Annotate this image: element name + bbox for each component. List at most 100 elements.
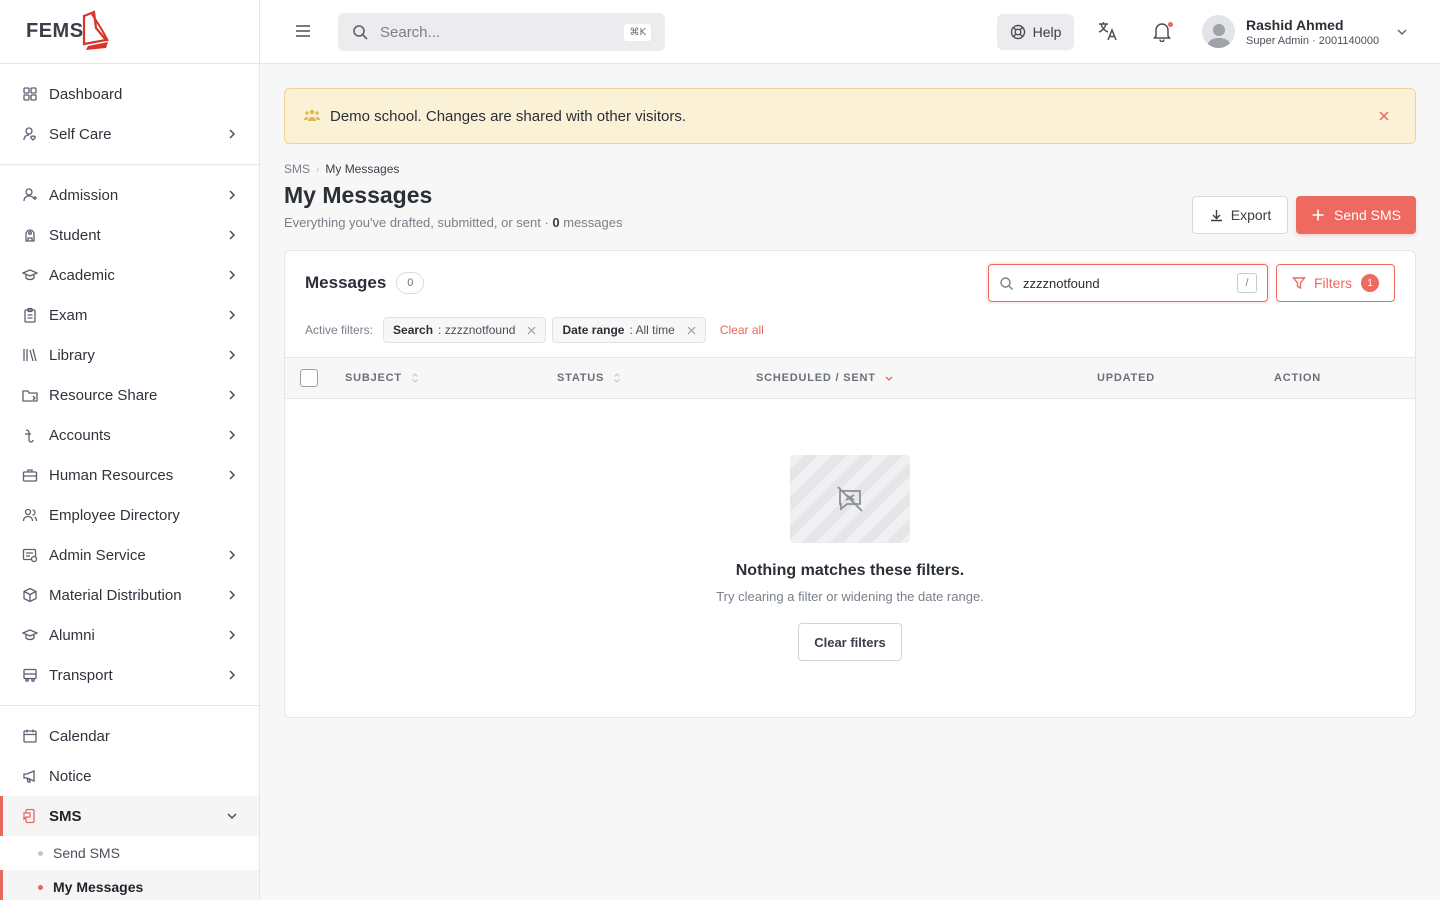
sidebar-item-library[interactable]: Library: [0, 335, 259, 375]
nav-group-main: Dashboard Self Care: [0, 64, 259, 165]
sidebar-item-label: Transport: [49, 666, 113, 684]
breadcrumb-sms[interactable]: SMS: [284, 162, 310, 176]
chip-key: Search: [393, 323, 434, 337]
filters-button[interactable]: Filters 1: [1276, 264, 1395, 302]
library-icon: [22, 347, 38, 363]
grid-icon: [22, 86, 38, 102]
sidebar-item-student[interactable]: Student: [0, 215, 259, 255]
global-search[interactable]: ⌘K: [338, 13, 665, 51]
lifebuoy-icon: [1010, 24, 1025, 40]
help-button[interactable]: Help: [997, 14, 1074, 50]
notifications-button[interactable]: [1151, 20, 1175, 44]
sidebar-item-dashboard[interactable]: Dashboard: [0, 74, 259, 114]
chevron-right-icon: [229, 129, 236, 139]
subtitle-suffix: messages: [559, 215, 623, 230]
clipboard-icon: [22, 307, 38, 323]
notification-dot: [1168, 22, 1173, 27]
column-header-subject[interactable]: SUBJECT: [345, 372, 419, 384]
filters-label: Filters: [1313, 275, 1353, 291]
plus-icon: [1312, 209, 1324, 221]
sidebar-item-label: Library: [49, 346, 95, 364]
chip-key: Date range: [562, 323, 625, 337]
sidebar-item-label: Material Distribution: [49, 586, 182, 604]
sidebar-item-label: Self Care: [49, 125, 112, 143]
global-search-input[interactable]: [380, 23, 625, 41]
user-info: Rashid Ahmed Super Admin · 2001140000: [1246, 17, 1379, 47]
chevron-right-icon: [229, 430, 236, 440]
send-sms-button[interactable]: Send SMS: [1296, 196, 1416, 234]
export-label: Export: [1230, 207, 1272, 223]
clear-all-link[interactable]: Clear all: [720, 323, 764, 337]
user-menu[interactable]: Rashid Ahmed Super Admin · 2001140000: [1202, 15, 1409, 48]
close-icon[interactable]: [1378, 110, 1390, 122]
users-icon: [22, 507, 38, 523]
user-heart-icon: [22, 126, 38, 142]
column-header-updated: UPDATED: [1097, 372, 1155, 384]
search-icon: [1000, 276, 1013, 290]
sidebar-item-employee-directory[interactable]: Employee Directory: [0, 495, 259, 535]
demo-banner: Demo school. Changes are shared with oth…: [284, 88, 1416, 144]
select-all-checkbox[interactable]: [300, 369, 318, 387]
chevron-right-icon: [229, 270, 236, 280]
column-header-scheduled-sent[interactable]: SCHEDULED / SENT: [756, 372, 893, 384]
sort-icon: [412, 373, 418, 383]
sidebar-item-admin-service[interactable]: Admin Service: [0, 535, 259, 575]
sms-icon: [22, 808, 38, 824]
user-role: Super Admin · 2001140000: [1246, 34, 1380, 47]
translate-button[interactable]: [1097, 20, 1121, 44]
sidebar-item-alumni[interactable]: Alumni: [0, 615, 259, 655]
student-icon: [22, 227, 38, 243]
export-button[interactable]: Export: [1192, 196, 1288, 234]
clear-filters-button[interactable]: Clear filters: [798, 623, 902, 661]
sidebar-item-calendar[interactable]: Calendar: [0, 716, 259, 756]
chevron-right-icon: [229, 550, 236, 560]
send-sms-label: Send SMS: [1334, 207, 1401, 223]
column-header-status[interactable]: STATUS: [557, 372, 621, 384]
sidebar-item-label: SMS: [49, 807, 82, 825]
column-label: SCHEDULED / SENT: [756, 372, 876, 384]
sidebar-item-material-distribution[interactable]: Material Distribution: [0, 575, 259, 615]
bullet-icon: [38, 850, 43, 856]
banner-text: Demo school. Changes are shared with oth…: [330, 107, 687, 125]
currency-icon: [22, 427, 38, 443]
nav-group-communication: Calendar Notice SMS Send SMS My Messages: [0, 706, 259, 900]
sidebar-item-label: Alumni: [49, 626, 95, 644]
sidebar-item-sms[interactable]: SMS: [0, 796, 259, 836]
column-label: STATUS: [557, 372, 605, 384]
sidebar-item-label: Student: [49, 226, 101, 244]
close-icon[interactable]: [527, 326, 536, 335]
sidebar-item-self-care[interactable]: Self Care: [0, 114, 259, 154]
fems-logo[interactable]: FEMS: [26, 9, 110, 50]
sidebar-item-exam[interactable]: Exam: [0, 295, 259, 335]
sidebar-item-admission[interactable]: Admission: [0, 175, 259, 215]
chip-value: : zzzznotfound: [438, 323, 516, 337]
sidebar-item-human-resources[interactable]: Human Resources: [0, 455, 259, 495]
sidebar-item-accounts[interactable]: Accounts: [0, 415, 259, 455]
sidebar-item-resource-share[interactable]: Resource Share: [0, 375, 259, 415]
subtitle-prefix: Everything you've drafted, submitted, or…: [284, 215, 553, 230]
messages-search-input[interactable]: [1023, 275, 1237, 291]
message-off-icon: [837, 486, 863, 512]
user-silhouette-icon: [1206, 24, 1231, 48]
sidebar-subitem-send-sms[interactable]: Send SMS: [0, 836, 259, 870]
messages-count-badge: 0: [396, 272, 425, 294]
page-actions: Export Send SMS: [1192, 196, 1416, 234]
briefcase-icon: [22, 467, 38, 483]
sidebar-subitem-my-messages[interactable]: My Messages: [0, 870, 259, 900]
active-filters-row: Active filters: Search : zzzznotfound Da…: [285, 315, 1415, 345]
nav-group-modules: Admission Student Academic Exam Library …: [0, 165, 259, 706]
sidebar-item-academic[interactable]: Academic: [0, 255, 259, 295]
search-shortcut-hint: ⌘K: [624, 23, 651, 41]
close-icon[interactable]: [687, 326, 696, 335]
chip-value: : All time: [629, 323, 675, 337]
messages-search[interactable]: /: [988, 264, 1268, 302]
card-title: Messages: [305, 273, 387, 292]
admin-service-icon: [22, 547, 38, 563]
download-icon: [1210, 209, 1222, 221]
sidebar-item-transport[interactable]: Transport: [0, 655, 259, 695]
filter-chip-date-range[interactable]: Date range : All time: [552, 317, 706, 343]
hamburger-menu-icon[interactable]: [294, 22, 312, 40]
sidebar-item-notice[interactable]: Notice: [0, 756, 259, 796]
chevron-right-icon: [229, 350, 236, 360]
filter-chip-search[interactable]: Search : zzzznotfound: [383, 317, 547, 343]
